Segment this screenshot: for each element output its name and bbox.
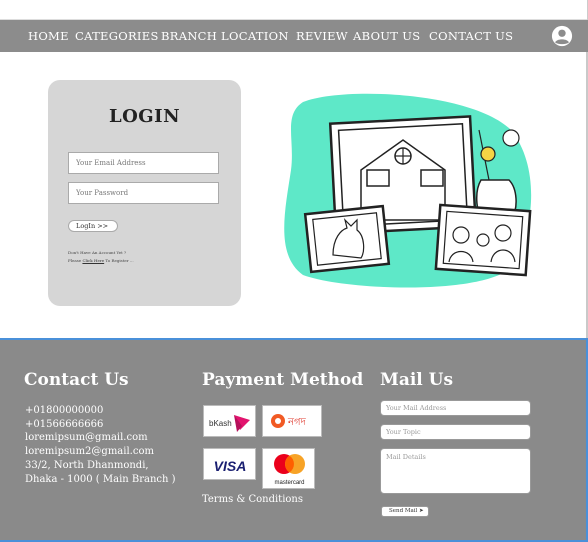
- email-1: loremipsum@gmail.com: [25, 432, 148, 444]
- mail-topic-input[interactable]: [380, 424, 531, 440]
- navbar: HOME CATEGORIES BRANCH LOCATION REVIEW A…: [0, 20, 588, 52]
- mastercard-text: mastercard: [274, 480, 304, 486]
- top-strip: [0, 0, 588, 20]
- nav-contact-us[interactable]: CONTACT US: [429, 29, 513, 43]
- password-input[interactable]: [68, 182, 219, 204]
- nav-branch-location[interactable]: BRANCH LOCATION: [161, 29, 289, 43]
- nav-home[interactable]: HOME: [28, 29, 69, 43]
- mastercard-icon: mastercard: [274, 454, 305, 486]
- nav-about-us[interactable]: ABOUT US: [353, 29, 420, 43]
- footer: Contact Us +01800000000 +01566666666 lor…: [0, 338, 588, 542]
- contact-heading: Contact Us: [24, 370, 129, 390]
- register-prompt: Please Click Here To Register ...: [68, 258, 134, 263]
- nagad-icon: নগদ: [271, 414, 307, 428]
- contact-info: +01800000000 +01566666666 loremipsum@gma…: [25, 404, 176, 486]
- login-card: LOGIN LogIn >> Don't Have An Account Yet…: [48, 80, 241, 306]
- no-account-text: Don't Have An Account Yet ?: [68, 250, 127, 255]
- login-button[interactable]: LogIn >>: [68, 220, 118, 232]
- bkash-logo: bKash: [203, 405, 256, 437]
- visa-logo: VISA: [203, 448, 256, 480]
- nagad-logo: নগদ: [262, 405, 322, 437]
- bkash-text: bKash: [209, 419, 232, 428]
- user-circle-icon[interactable]: [551, 25, 573, 47]
- visa-icon: VISA: [214, 458, 247, 474]
- send-mail-button[interactable]: Send Mail ➤: [381, 506, 429, 517]
- register-link[interactable]: Click Here: [82, 258, 104, 263]
- main-content: LOGIN LogIn >> Don't Have An Account Yet…: [0, 52, 588, 338]
- mail-details-textarea[interactable]: [380, 448, 531, 494]
- phone-1: +01800000000: [25, 405, 104, 416]
- please-text: Please: [68, 258, 82, 263]
- email-input[interactable]: [68, 152, 219, 174]
- nav-categories[interactable]: CATEGORIES: [75, 29, 159, 43]
- mail-heading: Mail Us: [380, 370, 454, 390]
- nagad-text: নগদ: [287, 417, 307, 428]
- bkash-icon: bKash: [209, 415, 250, 432]
- payment-heading: Payment Method: [202, 370, 364, 390]
- visa-text: VISA: [214, 458, 247, 474]
- mastercard-logo: mastercard: [262, 448, 315, 489]
- address-line-1: 33/2, North Dhanmondi,: [25, 459, 149, 471]
- email-2: loremipsum2@gmail.com: [25, 446, 154, 458]
- login-title: LOGIN: [108, 106, 181, 127]
- register-text: To Register ...: [105, 258, 134, 263]
- terms-link[interactable]: Terms & Conditions: [202, 494, 303, 505]
- mail-address-input[interactable]: [380, 400, 531, 416]
- address-line-2: Dhaka - 1000 ( Main Branch ): [25, 473, 176, 485]
- nav-review[interactable]: REVIEW: [296, 29, 348, 43]
- home-family-frames-illustration: [284, 93, 532, 288]
- phone-2: +01566666666: [25, 418, 104, 430]
